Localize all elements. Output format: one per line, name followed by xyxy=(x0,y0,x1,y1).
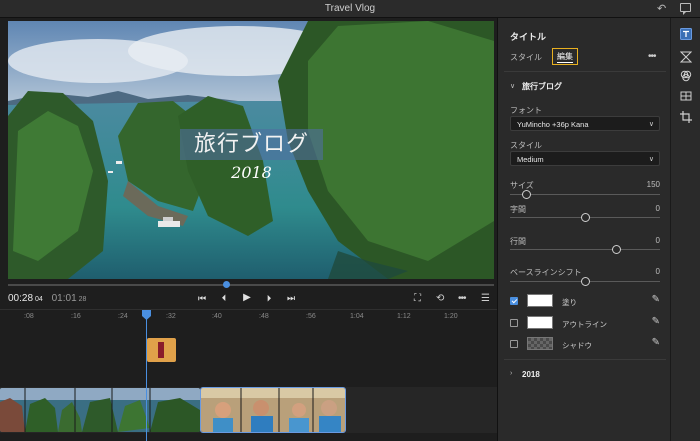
skip-to-start-icon[interactable]: ⏮ xyxy=(196,292,208,304)
leading-label: 行間 xyxy=(510,237,526,246)
baseline-value: 0 xyxy=(655,267,660,276)
tracking-value: 0 xyxy=(655,204,660,213)
title-clip-handle[interactable] xyxy=(158,342,164,358)
collapsed-section-title[interactable]: 2018 xyxy=(522,370,540,379)
current-time: 00:28 xyxy=(8,293,34,304)
fill-color-swatch[interactable] xyxy=(527,294,553,307)
chevron-down-icon: ∨ xyxy=(648,156,654,163)
clip-thumbnails xyxy=(201,388,345,432)
size-label: サイズ xyxy=(510,181,534,190)
fill-label: 塗り xyxy=(562,298,577,307)
baseline-label: ベースラインシフト xyxy=(510,268,582,277)
clip-thumbnails xyxy=(0,388,200,432)
outline-color-swatch[interactable] xyxy=(527,316,553,329)
undo-icon[interactable]: ↶ xyxy=(657,2,666,15)
text-icon[interactable] xyxy=(680,28,692,40)
panel-header: タイトル xyxy=(510,32,547,42)
slider-handle[interactable] xyxy=(581,213,590,222)
loop-icon[interactable]: ⟲ xyxy=(436,293,444,305)
total-frames: 28 xyxy=(78,296,87,303)
title-clip[interactable] xyxy=(147,338,176,362)
shadow-label: シャドウ xyxy=(562,341,592,350)
eyedropper-icon[interactable]: ✎ xyxy=(652,294,660,305)
ruler-tick: :40 xyxy=(212,313,222,320)
crop-icon[interactable] xyxy=(680,111,692,123)
outline-row: アウトライン ✎ xyxy=(510,316,662,330)
slider-handle[interactable] xyxy=(581,277,590,286)
video-preview[interactable]: 旅行ブログ 2018 xyxy=(8,21,494,279)
shadow-row: シャドウ ✎ xyxy=(510,337,662,351)
transitions-icon[interactable] xyxy=(680,51,692,63)
leading-slider[interactable] xyxy=(510,245,660,254)
title-overlay[interactable]: 旅行ブログ xyxy=(180,129,323,160)
scrub-bar[interactable] xyxy=(8,281,494,288)
ruler-tick: :56 xyxy=(306,313,316,320)
play-icon[interactable]: ▶ xyxy=(241,292,253,304)
ruler-tick: :16 xyxy=(71,313,81,320)
style-value: Medium xyxy=(517,155,544,164)
step-forward-icon[interactable]: ⏵ xyxy=(263,292,275,304)
ruler-tick: :32 xyxy=(166,313,176,320)
current-frames: 04 xyxy=(35,296,43,303)
track-list-icon[interactable]: ☰ xyxy=(481,293,490,305)
tab-style[interactable]: スタイル xyxy=(510,52,542,63)
chevron-right-icon[interactable]: › xyxy=(510,370,512,377)
ruler-tick: 1:04 xyxy=(350,313,364,320)
app-title: Travel Vlog xyxy=(324,3,376,14)
tracking-label: 字間 xyxy=(510,205,526,214)
step-back-icon[interactable]: ⏴ xyxy=(218,292,230,304)
tab-edit[interactable]: 編集 xyxy=(552,48,578,65)
timecode: 00:28 04 01:01 28 xyxy=(8,293,86,304)
style-dropdown[interactable]: Medium ∨ xyxy=(510,151,660,166)
ruler-tick: :48 xyxy=(259,313,269,320)
outline-label: アウトライン xyxy=(562,320,607,329)
divider xyxy=(504,359,666,360)
total-time: 01:01 xyxy=(51,293,77,304)
font-value: YuMincho +36p Kana xyxy=(517,120,589,129)
divider xyxy=(504,71,666,72)
font-dropdown[interactable]: YuMincho +36p Kana ∨ xyxy=(510,116,660,131)
properties-panel: タイトル スタイル 編集 ••• ∨ 旅行ブログ フォント YuMincho +… xyxy=(498,18,670,441)
skip-to-end-icon[interactable]: ⏭ xyxy=(285,292,297,304)
shadow-checkbox[interactable] xyxy=(510,340,518,348)
chevron-down-icon: ∨ xyxy=(648,121,654,128)
ruler-tick: :08 xyxy=(24,313,34,320)
tracking-slider[interactable] xyxy=(510,213,660,222)
baseline-slider[interactable] xyxy=(510,277,660,286)
scrub-handle[interactable] xyxy=(223,281,230,288)
video-clip-selected[interactable] xyxy=(200,387,346,433)
tool-rail xyxy=(670,18,700,441)
video-track[interactable] xyxy=(0,387,497,433)
leading-value: 0 xyxy=(655,236,660,245)
font-label: フォント xyxy=(510,106,542,115)
chevron-down-icon[interactable]: ∨ xyxy=(510,82,515,90)
shadow-color-swatch[interactable] xyxy=(527,337,553,350)
editor-area: 旅行ブログ 2018 00:28 04 01:01 28 ⏮ ⏴ ▶ ⏵ ⏭ ⛶ ⟲… xyxy=(0,18,497,441)
eyedropper-icon[interactable]: ✎ xyxy=(652,316,660,327)
more-options-icon[interactable]: ••• xyxy=(458,293,466,305)
size-slider[interactable] xyxy=(510,190,660,199)
title-bar: Travel Vlog ↶ xyxy=(0,0,700,18)
timeline-ruler[interactable]: :08 :16 :24 :32 :40 :48 :56 1:04 1:12 1:… xyxy=(0,309,497,325)
fill-row: 塗り ✎ xyxy=(510,294,662,308)
section-title[interactable]: 旅行ブログ xyxy=(522,81,562,92)
ruler-tick: :24 xyxy=(118,313,128,320)
slider-handle[interactable] xyxy=(522,190,531,199)
ruler-tick: 1:20 xyxy=(444,313,458,320)
style-label: スタイル xyxy=(510,141,542,150)
color-icon[interactable] xyxy=(680,70,692,82)
graphics-icon[interactable] xyxy=(680,90,692,102)
fill-checkbox[interactable] xyxy=(510,297,518,305)
fit-icon[interactable]: ⛶ xyxy=(414,293,421,305)
ruler-tick: 1:12 xyxy=(397,313,411,320)
subtitle-overlay[interactable]: 2018 xyxy=(180,163,323,182)
size-value: 150 xyxy=(646,180,660,189)
comment-icon[interactable] xyxy=(680,3,691,15)
panel-more-icon[interactable]: ••• xyxy=(648,51,656,62)
eyedropper-icon[interactable]: ✎ xyxy=(652,337,660,348)
video-clip[interactable] xyxy=(0,388,200,432)
playhead-line xyxy=(146,318,147,441)
outline-checkbox[interactable] xyxy=(510,319,518,327)
slider-handle[interactable] xyxy=(612,245,621,254)
